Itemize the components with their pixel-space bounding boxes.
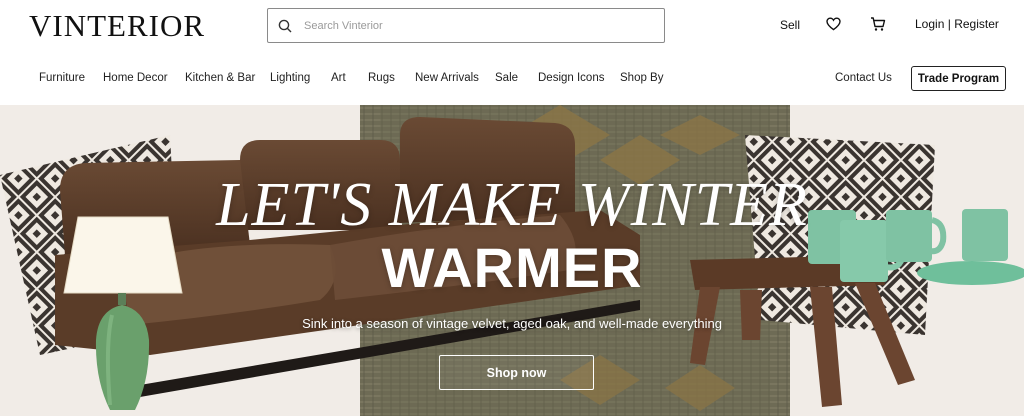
nav-item-lighting[interactable]: Lighting	[270, 72, 310, 84]
nav-item-new-arrivals[interactable]: New Arrivals	[415, 72, 479, 84]
search-bar[interactable]	[267, 8, 665, 43]
header: VINTERIOR Sell Login | Register	[0, 0, 1024, 54]
hero-title-line2: WARMER	[381, 236, 643, 299]
nav-item-shop-by[interactable]: Shop By	[620, 72, 663, 84]
search-icon	[278, 19, 292, 32]
cart-button[interactable]	[870, 16, 886, 37]
auth-separator: |	[947, 17, 951, 31]
shop-now-button[interactable]: Shop now	[439, 355, 594, 390]
sell-link[interactable]: Sell	[780, 18, 800, 32]
hero-subtitle: Sink into a season of vintage velvet, ag…	[302, 316, 722, 331]
nav-item-art[interactable]: Art	[331, 72, 346, 84]
nav-item-kitchen-bar[interactable]: Kitchen & Bar	[185, 72, 255, 84]
nav-item-design-icons[interactable]: Design Icons	[538, 72, 604, 84]
register-link[interactable]: Register	[954, 17, 999, 31]
logo[interactable]: VINTERIOR	[29, 8, 205, 44]
nav-item-furniture[interactable]: Furniture	[39, 72, 85, 84]
login-link[interactable]: Login	[915, 17, 944, 31]
search-input[interactable]	[304, 19, 644, 32]
nav-item-rugs[interactable]: Rugs	[368, 72, 395, 84]
wishlist-button[interactable]	[826, 17, 841, 36]
nav-item-sale[interactable]: Sale	[495, 72, 518, 84]
contact-us-link[interactable]: Contact Us	[835, 72, 892, 84]
hero-title-line1: LET'S MAKE WINTER	[216, 171, 808, 239]
cart-icon	[871, 17, 886, 31]
trade-program-button[interactable]: Trade Program	[911, 66, 1006, 91]
nav-item-home-decor[interactable]: Home Decor	[103, 72, 168, 84]
hero-banner: LET'S MAKE WINTER WARMER Sink into a sea…	[0, 105, 1024, 416]
auth-links: Login | Register	[915, 17, 999, 31]
heart-icon	[826, 17, 841, 31]
